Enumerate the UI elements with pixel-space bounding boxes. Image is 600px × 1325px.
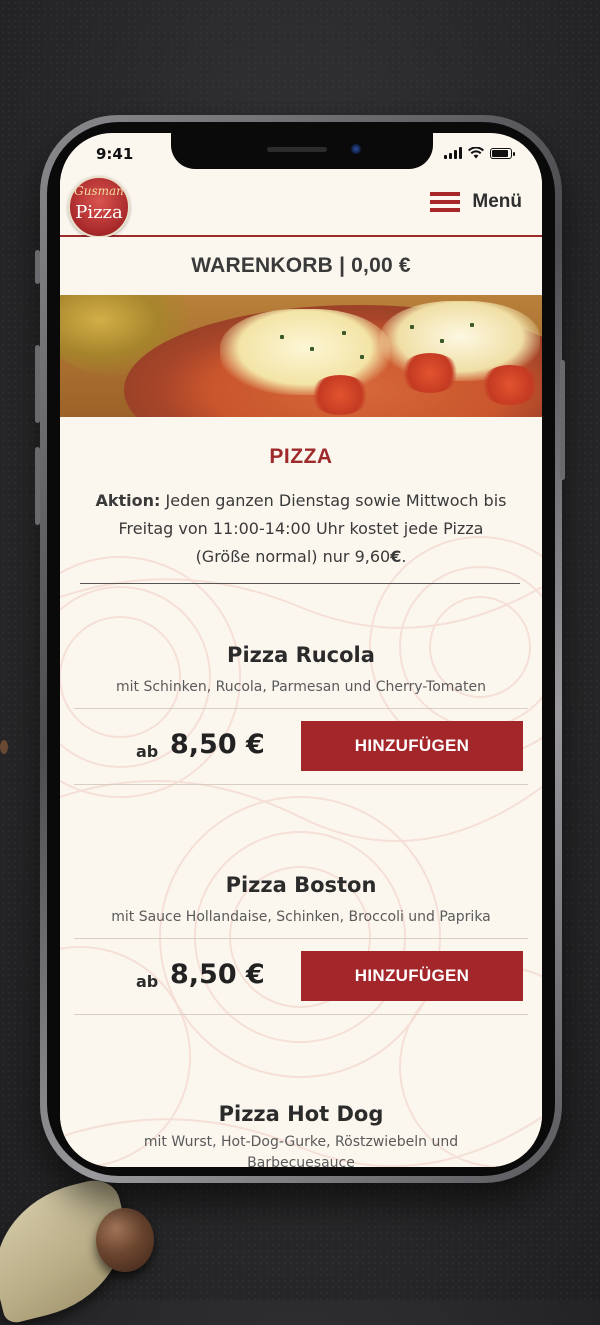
promo-end: .: [401, 547, 407, 566]
logo-word-text: Pizza: [75, 202, 123, 223]
product-divider: [74, 1014, 528, 1015]
price-prefix: ab: [136, 742, 159, 761]
promo-body: Jeden ganzen Dienstag sowie Mittwoch bis…: [118, 491, 507, 566]
product-price: 8,50 €: [170, 959, 265, 990]
menu-content: PIZZA Aktion: Jeden ganzen Dienstag sowi…: [60, 417, 542, 1167]
restaurant-logo[interactable]: Gusman Pizza: [68, 176, 130, 238]
product-divider: [74, 938, 528, 939]
phone-screen: 9:41 Gusman Pizza Menü WARENKORB | 0,00 …: [60, 133, 542, 1167]
status-time: 9:41: [96, 145, 134, 163]
add-to-cart-button[interactable]: HINZUFÜGEN: [301, 721, 523, 771]
product-description: mit Wurst, Hot-Dog-Gurke, Röstzwiebeln u…: [143, 1134, 459, 1167]
product-name: Pizza Boston: [225, 873, 377, 897]
power-button: [560, 360, 565, 480]
notch: [171, 133, 433, 169]
menu-button[interactable]: Menü: [430, 191, 522, 213]
category-title: PIZZA: [269, 445, 333, 468]
promo-text: Aktion: Jeden ganzen Dienstag sowie Mitt…: [90, 487, 512, 571]
product-description: mit Schinken, Rucola, Parmesan und Cherr…: [116, 679, 486, 695]
battery-icon: [490, 148, 515, 159]
wifi-icon: [468, 147, 484, 159]
cart-total: WARENKORB | 0,00 €: [191, 254, 411, 277]
product-description: mit Sauce Hollandaise, Schinken, Broccol…: [111, 909, 491, 925]
cellular-signal-icon: [444, 147, 462, 159]
menu-label: Menü: [472, 191, 522, 212]
hamburger-icon: [430, 192, 461, 212]
section-divider: [80, 583, 520, 584]
status-icons: [444, 147, 515, 159]
speaker-grille: [267, 147, 327, 152]
price-prefix: ab: [136, 972, 159, 991]
product-name: Pizza Hot Dog: [218, 1102, 384, 1126]
logo-script-text: Gusman: [74, 184, 124, 198]
site-header: Gusman Pizza Menü: [60, 173, 542, 238]
silent-switch: [35, 250, 40, 284]
promo-label: Aktion:: [95, 491, 161, 510]
product-divider: [74, 708, 528, 709]
volume-down-button: [35, 447, 40, 525]
hero-pizza-image: [60, 295, 542, 417]
add-to-cart-button[interactable]: HINZUFÜGEN: [301, 951, 523, 1001]
volume-up-button: [35, 345, 40, 423]
product-divider: [74, 784, 528, 785]
decorative-peppercorn: [96, 1208, 154, 1272]
front-camera: [351, 144, 361, 154]
cart-bar[interactable]: WARENKORB | 0,00 €: [60, 237, 542, 295]
decorative-crumb: [0, 740, 8, 754]
promo-currency: €: [390, 547, 402, 566]
product-price: 8,50 €: [170, 729, 265, 760]
product-name: Pizza Rucola: [227, 643, 375, 667]
